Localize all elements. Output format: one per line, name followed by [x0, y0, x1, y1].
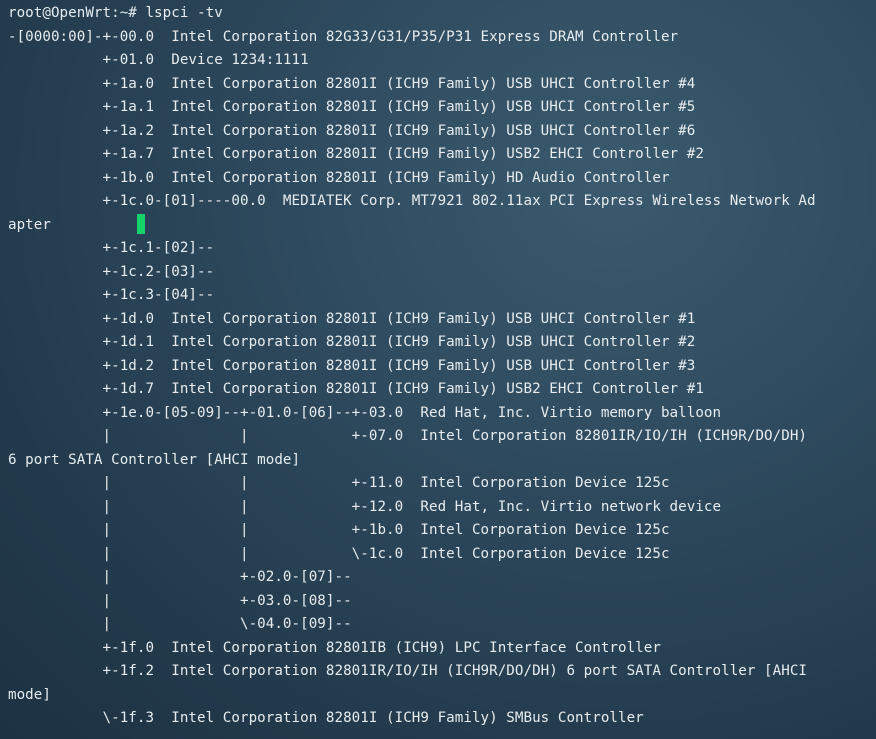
output-line: 6 port SATA Controller [AHCI mode] — [8, 451, 301, 468]
output-line: +-1f.2 Intel Corporation 82801IR/IO/IH (… — [8, 663, 808, 679]
output-line: +-1e.0-[05-09]--+-01.0-[06]--+-03.0 Red … — [8, 404, 722, 421]
output-line: | | +-12.0 Red Hat, Inc. Virtio network … — [8, 498, 722, 515]
output-line-wrapped: apter — [8, 213, 876, 238]
output-line: | +-03.0-[08]-- — [8, 592, 352, 609]
output-line: | | +-1b.0 Intel Corporation Device 125c — [8, 522, 670, 538]
output-line: mode] — [8, 686, 51, 703]
output-line: +-1a.2 Intel Corporation 82801I (ICH9 Fa… — [8, 122, 696, 139]
output-line: -[0000:00]-+-00.0 Intel Corporation 82G3… — [8, 28, 679, 45]
output-line: | \-04.0-[09]-- — [8, 616, 352, 632]
output-line: \-1f.3 Intel Corporation 82801I (ICH9 Fa… — [8, 710, 644, 726]
output-line-text: apter — [8, 216, 51, 233]
output-line: | +-02.0-[07]-- — [8, 569, 352, 585]
prompt-line: root@OpenWrt:~# lspci -tv — [8, 5, 223, 21]
output-line: +-1d.1 Intel Corporation 82801I (ICH9 Fa… — [8, 334, 696, 350]
output-line: +-1b.0 Intel Corporation 82801I (ICH9 Fa… — [8, 169, 670, 186]
output-line: +-1a.0 Intel Corporation 82801I (ICH9 Fa… — [8, 75, 696, 92]
output-line: +-1c.1-[02]-- — [8, 240, 215, 256]
output-line: +-1d.0 Intel Corporation 82801I (ICH9 Fa… — [8, 310, 696, 327]
output-line: +-1f.0 Intel Corporation 82801IB (ICH9) … — [8, 639, 661, 656]
terminal-window[interactable]: root@OpenWrt:~# lspci -tv -[0000:00]-+-0… — [0, 0, 876, 739]
output-line: | | +-07.0 Intel Corporation 82801IR/IO/… — [8, 428, 808, 444]
output-line: | | +-11.0 Intel Corporation Device 125c — [8, 475, 670, 491]
terminal-cursor — [136, 213, 145, 234]
output-line: | | \-1c.0 Intel Corporation Device 125c — [8, 545, 670, 562]
output-line: +-1c.2-[03]-- — [8, 263, 215, 280]
output-line: +-1c.0-[01]----00.0 MEDIATEK Corp. MT792… — [8, 193, 816, 209]
output-line: +-1d.7 Intel Corporation 82801I (ICH9 Fa… — [8, 381, 704, 397]
output-line: +-01.0 Device 1234:1111 — [8, 52, 309, 68]
output-line: +-1d.2 Intel Corporation 82801I (ICH9 Fa… — [8, 357, 696, 374]
output-line: +-1a.7 Intel Corporation 82801I (ICH9 Fa… — [8, 146, 704, 162]
output-line: +-1a.1 Intel Corporation 82801I (ICH9 Fa… — [8, 99, 696, 115]
output-line: +-1c.3-[04]-- — [8, 287, 215, 303]
